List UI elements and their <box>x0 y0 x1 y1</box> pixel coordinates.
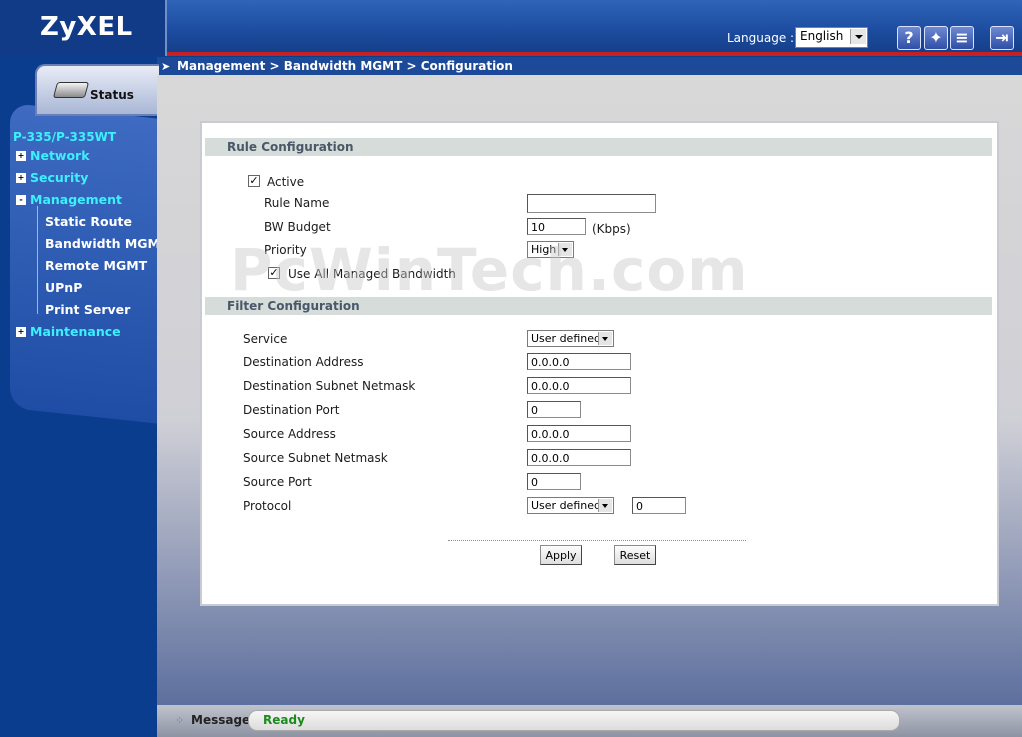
wizard-icon[interactable]: ✦ <box>924 26 948 50</box>
protocol-value: User defined <box>531 499 601 512</box>
sidebar-item-network[interactable]: + Network <box>16 148 90 163</box>
rule-name-label: Rule Name <box>264 196 330 210</box>
destination-address-input[interactable]: 0.0.0.0 <box>527 353 631 370</box>
section-title-rule: Rule Configuration <box>227 140 354 154</box>
sidebar-subitem-remote-mgmt[interactable]: Remote MGMT <box>45 258 147 273</box>
arrow-icon: ➤ <box>161 60 171 73</box>
bw-budget-input[interactable]: 10 <box>527 218 586 235</box>
source-port-label: Source Port <box>243 475 312 489</box>
chevron-down-icon <box>850 29 866 44</box>
destination-netmask-label: Destination Subnet Netmask <box>243 379 416 393</box>
message-box <box>248 710 900 731</box>
divider <box>448 540 746 541</box>
expand-icon[interactable]: + <box>16 150 26 161</box>
service-select[interactable]: User defined <box>527 330 614 347</box>
sidebar-subitem-bandwidth-mgmt[interactable]: Bandwidth MGMT <box>45 236 168 251</box>
chevron-down-icon <box>598 499 612 512</box>
language-select[interactable]: English <box>795 27 868 48</box>
priority-value: High <box>531 243 557 256</box>
source-port-input[interactable]: 0 <box>527 473 581 490</box>
help-icon[interactable]: ? <box>897 26 921 50</box>
chevron-down-icon <box>598 332 612 345</box>
reset-button[interactable]: Reset <box>614 545 656 565</box>
bw-unit-label: (Kbps) <box>592 222 631 236</box>
language-value: English <box>800 29 844 43</box>
breadcrumb: Management > Bandwidth MGMT > Configurat… <box>177 59 513 73</box>
priority-select[interactable]: High <box>527 241 574 258</box>
service-value: User defined <box>531 332 601 345</box>
message-label: Message <box>191 713 251 727</box>
source-netmask-input[interactable]: 0.0.0.0 <box>527 449 631 466</box>
destination-netmask-input[interactable]: 0.0.0.0 <box>527 377 631 394</box>
expand-icon[interactable]: + <box>16 172 26 183</box>
source-netmask-label: Source Subnet Netmask <box>243 451 388 465</box>
language-label: Language : <box>727 31 795 45</box>
logout-icon[interactable]: ⇥ <box>990 26 1014 50</box>
sidebar-item-label[interactable]: Maintenance <box>30 324 121 339</box>
service-label: Service <box>243 332 288 346</box>
grid-icon: ⁘ <box>175 714 185 727</box>
protocol-number-input[interactable]: 0 <box>632 497 686 514</box>
model-name: P-335/P-335WT <box>13 130 117 144</box>
collapse-icon[interactable]: - <box>16 194 26 205</box>
protocol-select[interactable]: User defined <box>527 497 614 514</box>
sidebar-subitem-print-server[interactable]: Print Server <box>45 302 130 317</box>
status-tab-label[interactable]: Status <box>90 88 134 102</box>
tree-line <box>37 206 38 314</box>
zyxel-logo: ZyXEL <box>40 12 133 42</box>
sidebar-subitem-upnp[interactable]: UPnP <box>45 280 82 295</box>
use-all-bandwidth-checkbox[interactable]: ✓ <box>268 267 280 279</box>
source-address-input[interactable]: 0.0.0.0 <box>527 425 631 442</box>
sidebar-item-management[interactable]: - Management <box>16 192 122 207</box>
expand-icon[interactable]: + <box>16 326 26 337</box>
source-address-label: Source Address <box>243 427 336 441</box>
notes-icon[interactable]: ≡ <box>950 26 974 50</box>
section-title-filter: Filter Configuration <box>227 299 360 313</box>
sidebar-item-maintenance[interactable]: + Maintenance <box>16 324 121 339</box>
sidebar-item-label[interactable]: Security <box>30 170 88 185</box>
message-text: Ready <box>263 713 305 727</box>
rule-name-input[interactable] <box>527 194 656 213</box>
protocol-label: Protocol <box>243 499 292 513</box>
apply-button[interactable]: Apply <box>540 545 582 565</box>
use-all-bandwidth-label: Use All Managed Bandwidth <box>288 267 456 281</box>
active-label: Active <box>267 175 305 189</box>
sidebar-subitem-static-route[interactable]: Static Route <box>45 214 132 229</box>
destination-address-label: Destination Address <box>243 355 364 369</box>
priority-label: Priority <box>264 243 307 257</box>
chevron-down-icon <box>558 243 572 256</box>
router-icon <box>52 82 90 98</box>
sidebar-item-label[interactable]: Management <box>30 192 122 207</box>
active-checkbox[interactable]: ✓ <box>248 175 260 187</box>
destination-port-label: Destination Port <box>243 403 340 417</box>
sidebar-item-security[interactable]: + Security <box>16 170 88 185</box>
sidebar-item-label[interactable]: Network <box>30 148 90 163</box>
bw-budget-label: BW Budget <box>264 220 331 234</box>
destination-port-input[interactable]: 0 <box>527 401 581 418</box>
